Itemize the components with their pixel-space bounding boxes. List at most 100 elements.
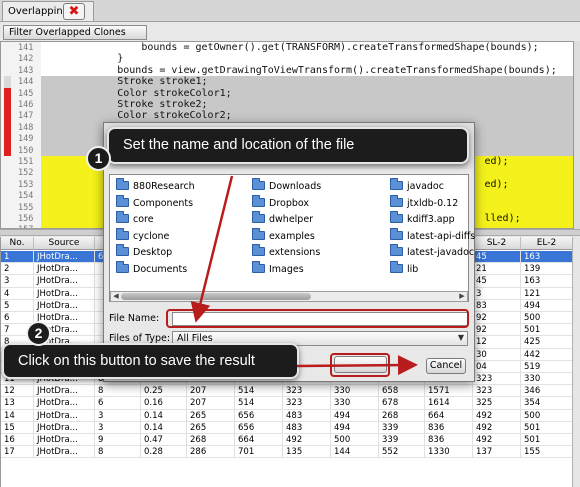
table-cell: 501	[521, 422, 572, 434]
close-icon[interactable]: ✖	[63, 3, 85, 20]
code-text: Color strokeColor1;	[45, 87, 232, 99]
line-number: 142	[1, 53, 41, 65]
tab-bar: Overlapping ✖	[0, 0, 580, 22]
table-cell: 163	[521, 251, 572, 263]
cancel-button[interactable]: Cancel	[426, 358, 466, 374]
file-list-item[interactable]: dwhelper	[252, 211, 313, 230]
filter-overlapped-clones-button[interactable]: Filter Overlapped Clones	[3, 25, 147, 40]
table-row[interactable]: 17 JHotDra... 8 0.28 286 701 135 144 552 1330 137 1…	[1, 446, 572, 459]
table-cell: 354	[521, 397, 572, 409]
table-cell: 139	[521, 263, 572, 275]
table-cell: 656	[235, 421, 283, 434]
column-header[interactable]: EL-2	[521, 237, 572, 250]
column-header[interactable]: SL-2	[473, 237, 521, 250]
table-cell: 0.14	[141, 421, 187, 434]
table-cell: JHotDra...	[34, 434, 95, 446]
folder-icon	[390, 227, 403, 240]
table-cell: 0.25	[141, 385, 187, 398]
file-list-item[interactable]: examples	[252, 227, 315, 247]
file-list-item[interactable]: latest-javadoc	[390, 244, 474, 263]
file-list-item[interactable]: cyclone	[116, 227, 170, 247]
scrollbar-thumb[interactable]	[121, 293, 311, 300]
table-cell: 552	[379, 446, 425, 459]
file-list-item[interactable]: lib	[390, 260, 418, 280]
column-header[interactable]: No.	[1, 237, 34, 250]
file-list-scrollbar[interactable]: ◀ ▶	[110, 291, 468, 302]
table-cell: 3	[473, 287, 521, 300]
file-list-item[interactable]: Documents	[116, 260, 187, 280]
table-cell: 494	[331, 409, 379, 422]
column-header[interactable]: Source	[34, 237, 95, 250]
table-cell: 04	[473, 360, 521, 373]
table-row[interactable]: 15 JHotDra... 3 0.14 265 656 483 494 339 836 492 50…	[1, 421, 572, 434]
table-cell: 656	[235, 409, 283, 422]
scroll-left-icon[interactable]: ◀	[111, 292, 121, 301]
chevron-down-icon: ▼	[457, 333, 464, 342]
code-line: 147 Color strokeColor2;	[1, 110, 573, 122]
editor-scrollbar[interactable]	[574, 41, 580, 229]
folder-icon	[252, 260, 265, 273]
folder-icon	[116, 260, 129, 273]
table-cell: 323	[473, 385, 521, 398]
table-row[interactable]: 12 JHotDra... 8 0.25 207 514 323 330 658 1571 323 3…	[1, 385, 572, 398]
table-cell: 6	[95, 397, 141, 410]
file-list[interactable]: 880Research Components core cyclone Desktop D…	[109, 174, 475, 302]
table-cell: 3	[95, 421, 141, 434]
code-line: 146 Stroke stroke2;	[1, 99, 573, 111]
table-cell: 492	[473, 434, 521, 446]
table-row[interactable]: 16 JHotDra... 9 0.47 268 664 492 500 339 836 492 50…	[1, 434, 572, 447]
table-cell: 30	[473, 348, 521, 361]
table-cell: 3	[1, 275, 34, 288]
table-cell: 265	[187, 409, 235, 422]
file-list-item[interactable]: 880Research	[116, 178, 195, 197]
table-cell: 207	[187, 385, 235, 398]
line-number: 154	[1, 190, 41, 202]
callout-1-box: Set the name and location of the file	[107, 127, 469, 164]
table-cell: 2	[1, 263, 34, 276]
file-list-item[interactable]: jtxldb-0.12	[390, 194, 458, 214]
table-cell: 4	[1, 287, 34, 300]
file-list-item[interactable]: Components	[116, 194, 193, 214]
file-item-label: core	[133, 214, 154, 225]
file-item-label: cyclone	[133, 230, 170, 242]
table-cell: 701	[235, 446, 283, 459]
folder-icon	[252, 244, 265, 256]
table-cell: 13	[1, 397, 34, 410]
table-cell: JHotDra...	[34, 287, 95, 300]
line-number: 152	[1, 167, 41, 179]
table-cell: 330	[331, 397, 379, 410]
table-row[interactable]: 14 JHotDra... 3 0.14 265 656 483 494 268 664 492 50…	[1, 409, 572, 422]
file-list-item[interactable]: Desktop	[116, 244, 172, 263]
table-cell: 346	[521, 385, 572, 397]
file-list-item[interactable]: Dropbox	[252, 194, 309, 214]
file-item-label: 880Research	[133, 181, 195, 192]
clone-marker	[4, 110, 11, 122]
file-list-item[interactable]: kdiff3.app	[390, 211, 455, 230]
callout-2-text: Click on this button to save the result	[18, 353, 255, 369]
file-list-item[interactable]: Images	[252, 260, 304, 280]
callout-2-badge: 2	[26, 321, 51, 346]
file-name-label: File Name:	[109, 313, 160, 324]
table-cell: 0.47	[141, 434, 187, 446]
table-cell: 514	[235, 385, 283, 398]
table-cell: 836	[425, 434, 473, 446]
file-list-item[interactable]: javadoc	[390, 178, 444, 197]
code-line: 144 Stroke stroke1;	[1, 76, 573, 88]
file-list-item[interactable]: Downloads	[252, 178, 321, 197]
table-cell: 9	[95, 434, 141, 446]
file-list-item[interactable]: extensions	[252, 244, 320, 263]
table-cell: 425	[521, 336, 572, 348]
table-row[interactable]: 13 JHotDra... 6 0.16 207 514 323 330 678 1614 325 3…	[1, 397, 572, 410]
scroll-right-icon[interactable]: ▶	[457, 292, 467, 301]
table-cell: 483	[283, 409, 331, 422]
file-list-item[interactable]: latest-api-diffs	[390, 227, 475, 247]
table-cell: 494	[331, 421, 379, 434]
table-cell: 492	[473, 409, 521, 422]
table-cell: 12	[473, 336, 521, 349]
folder-icon	[252, 227, 265, 240]
clone-marker	[4, 133, 11, 145]
table-scrollbar[interactable]	[572, 237, 580, 487]
table-cell: 17	[1, 446, 34, 459]
tab-overlapping[interactable]: Overlapping ✖	[2, 1, 94, 21]
callout-1-text: Set the name and location of the file	[123, 137, 355, 153]
